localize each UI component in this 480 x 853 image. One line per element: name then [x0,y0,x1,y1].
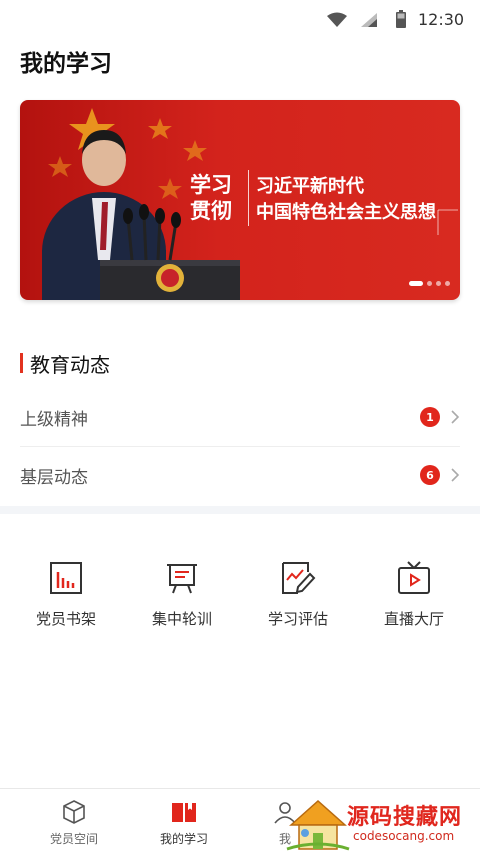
banner-subtitle-line2: 中国特色社会主义思想 [256,202,436,223]
banner-title: 学习贯彻 [190,173,232,223]
section-gap [0,506,480,514]
list-item-label: 上级精神 [20,409,88,430]
section-accent-bar [20,353,23,373]
carousel-dot-1[interactable] [409,281,423,286]
watermark-text: 源码搜藏网 [347,805,463,830]
carousel-dot-2[interactable] [427,281,432,286]
section-title: 教育动态 [30,352,110,377]
banner-subtitle-line1: 习近平新时代 [256,176,364,197]
watermark: 源码搜藏网 codesocang.com [285,795,480,853]
list-item-label: 基层动态 [20,467,88,488]
banner-carousel[interactable]: 学习贯彻 习近平新时代 中国特色社会主义思想 [20,100,460,300]
feature-label: 学习评估 [267,610,328,628]
tab-label: 党员空间 [49,832,98,846]
count-badge: 1 [420,407,440,427]
feature-party-bookshelf[interactable]: 党员书架 [16,560,116,640]
evaluation-pen-icon [282,562,316,594]
feature-live-hall[interactable]: 直播大厅 [364,560,464,640]
banner-subtitle: 习近平新时代 中国特色社会主义思想 [256,174,436,226]
watermark-url: codesocang.com [353,829,455,843]
feature-label: 集中轮训 [151,610,212,628]
battery-icon [396,10,406,28]
feature-label: 党员书架 [35,610,96,628]
live-tv-icon [398,561,430,594]
wifi-icon [327,12,347,27]
chevron-right-icon [451,410,460,424]
feature-learning-evaluation[interactable]: 学习评估 [248,560,348,640]
carousel-dot-3[interactable] [436,281,441,286]
training-board-icon [167,564,197,594]
carousel-dot-4[interactable] [445,281,450,286]
list-item-grassroots-news[interactable]: 基层动态 6 [20,446,460,504]
banner-divider [248,170,249,226]
chevron-right-icon [451,468,460,482]
status-time: 12:30 [418,10,465,29]
tab-party-space[interactable]: 党员空间 [19,789,129,853]
watermark-house-logo-icon [286,799,350,851]
bookshelf-chart-icon [50,562,82,594]
count-badge: 6 [420,465,440,485]
book-icon [172,803,196,822]
tab-label: 我的学习 [159,832,208,846]
page-title: 我的学习 [20,51,112,77]
feature-label: 直播大厅 [383,610,444,628]
section-header-education: 教育动态 [20,350,110,377]
feature-grid: 党员书架 集中轮训 学习评估 直播大厅 [0,560,480,640]
list-item-superior-spirit[interactable]: 上级精神 1 [20,388,460,446]
cube-icon [63,800,85,824]
tab-my-study[interactable]: 我的学习 [129,789,239,853]
signal-icon [361,13,377,27]
status-bar: 12:30 [0,0,480,38]
carousel-indicator [409,281,450,286]
feature-centralized-training[interactable]: 集中轮训 [132,560,232,640]
